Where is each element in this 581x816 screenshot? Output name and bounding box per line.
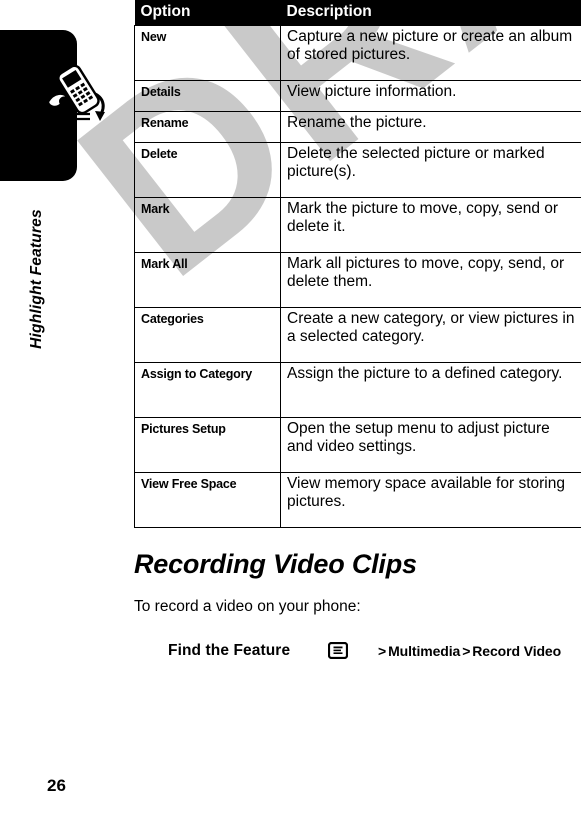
find-the-feature-label: Find the Feature	[168, 641, 291, 659]
page-content: Highlight Features 26 Option Description…	[0, 0, 581, 816]
option-name: Delete	[134, 141, 281, 198]
option-name: New	[134, 24, 281, 81]
option-description: Create a new category, or view pictures …	[280, 306, 581, 363]
main-column: Option Description New Capture a new pic…	[134, 0, 581, 660]
path-separator-1: >	[378, 642, 387, 659]
option-name: Rename	[134, 110, 281, 143]
option-name: Categories	[134, 306, 281, 363]
table-row: Delete Delete the selected picture or ma…	[134, 141, 581, 198]
section-heading: Recording Video Clips	[134, 548, 417, 579]
column-header-description: Description	[280, 0, 581, 26]
option-name: Pictures Setup	[134, 416, 281, 473]
option-description: Capture a new picture or create an album…	[280, 24, 581, 81]
find-the-feature-row: Find the Feature > Multimedia > Record Vide…	[134, 642, 581, 660]
page-number: 26	[47, 776, 66, 795]
option-name: Mark	[134, 196, 281, 253]
column-header-option: Option	[134, 0, 281, 26]
chapter-label: Highlight Features	[28, 209, 45, 349]
table-row: Mark All Mark all pictures to move, copy…	[134, 251, 581, 308]
picture-options-table: Option Description New Capture a new pic…	[134, 0, 581, 528]
table-row: Pictures Setup Open the setup menu to ad…	[134, 416, 581, 473]
option-name: Details	[134, 79, 281, 112]
table-row: New Capture a new picture or create an a…	[134, 24, 581, 81]
table-row: Categories Create a new category, or vie…	[134, 306, 581, 363]
option-description: Mark the picture to move, copy, send or …	[280, 196, 581, 253]
option-description: View memory space available for storing …	[280, 471, 581, 528]
path-item-multimedia: Multimedia	[388, 642, 461, 659]
option-description: Open the setup menu to adjust picture an…	[280, 416, 581, 473]
path-item-record-video: Record Video	[472, 642, 562, 659]
find-the-feature-path: > Multimedia > Record Video	[376, 643, 561, 659]
option-description: Delete the selected picture or marked pi…	[280, 141, 581, 198]
phone-motion-icon	[44, 55, 110, 132]
table-row: Mark Mark the picture to move, copy, sen…	[134, 196, 581, 253]
option-name: View Free Space	[134, 471, 281, 528]
option-description: Assign the picture to a defined category…	[280, 361, 581, 418]
option-description: Mark all pictures to move, copy, send, o…	[280, 251, 581, 308]
option-description: Rename the picture.	[280, 110, 581, 143]
option-name: Mark All	[134, 251, 281, 308]
table-header-row: Option Description	[134, 0, 581, 26]
table-row: Details View picture information.	[134, 79, 581, 112]
table-row: Assign to Category Assign the picture to…	[134, 361, 581, 418]
table-row: View Free Space View memory space availa…	[134, 471, 581, 528]
menu-key-icon	[327, 641, 349, 660]
sidebar: Highlight Features 26	[0, 0, 134, 816]
option-description: View picture information.	[280, 79, 581, 112]
section-intro-text: To record a video on your phone:	[134, 597, 361, 615]
option-name: Assign to Category	[134, 361, 281, 418]
table-row: Rename Rename the picture.	[134, 110, 581, 143]
path-separator-2: >	[462, 642, 471, 659]
